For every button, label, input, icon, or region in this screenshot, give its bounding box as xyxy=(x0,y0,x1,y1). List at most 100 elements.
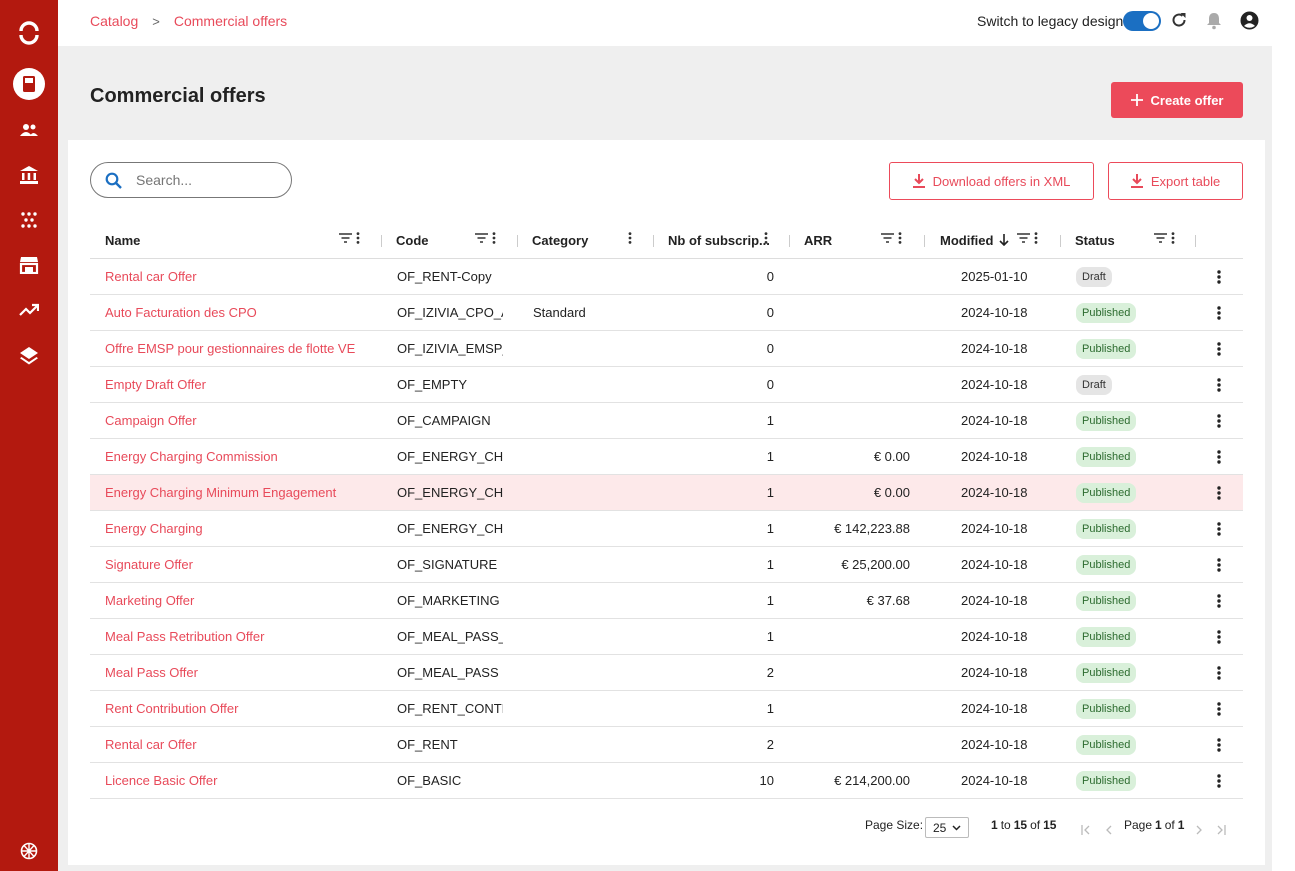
table-row[interactable]: Energy Charging Commission OF_ENERGY_CHAF… xyxy=(90,439,1243,475)
table-row[interactable]: Offre EMSP pour gestionnaires de flotte … xyxy=(90,331,1243,367)
integrations-icon[interactable] xyxy=(0,210,58,230)
search-box[interactable] xyxy=(90,162,292,198)
column-header-category[interactable]: Category xyxy=(532,222,588,258)
offer-name-link[interactable]: Rent Contribution Offer xyxy=(105,691,365,726)
store-icon[interactable] xyxy=(0,255,58,275)
download-xml-button[interactable]: Download offers in XML xyxy=(889,162,1094,200)
table-row[interactable]: Auto Facturation des CPO OF_IZIVIA_CPO_AU… xyxy=(90,295,1243,331)
previous-page-icon[interactable] xyxy=(1105,822,1113,840)
column-separator[interactable] xyxy=(381,235,382,247)
column-header-name[interactable]: Name xyxy=(105,222,140,258)
offer-name-link[interactable]: Empty Draft Offer xyxy=(105,367,365,402)
table-row[interactable]: Rental car Offer OF_RENT-Copy 0 2025-01-10 D… xyxy=(90,259,1243,295)
table-row[interactable]: Licence Basic Offer OF_BASIC 10 € 214,200.0… xyxy=(90,763,1243,799)
analytics-icon[interactable] xyxy=(0,300,58,320)
row-actions-kebab-icon[interactable] xyxy=(1212,547,1226,582)
filter-icon[interactable] xyxy=(339,233,352,243)
offer-name-link[interactable]: Auto Facturation des CPO xyxy=(105,295,365,330)
row-actions-kebab-icon[interactable] xyxy=(1212,403,1226,438)
table-row[interactable]: Meal Pass Offer OF_MEAL_PASS 2 2024-10-18 Pu… xyxy=(90,655,1243,691)
column-separator[interactable] xyxy=(789,235,790,247)
table-row[interactable]: Rent Contribution Offer OF_RENT_CONTRII 1 2… xyxy=(90,691,1243,727)
column-separator[interactable] xyxy=(517,235,518,247)
column-separator[interactable] xyxy=(1195,235,1196,247)
row-actions-kebab-icon[interactable] xyxy=(1212,367,1226,402)
refresh-icon[interactable] xyxy=(1170,11,1188,34)
subscription-count: 2 xyxy=(766,737,774,752)
offer-name-link[interactable]: Signature Offer xyxy=(105,547,365,582)
column-header-subscriptions[interactable]: Nb of subscrip... xyxy=(668,222,770,258)
offer-name-link[interactable]: Energy Charging Minimum Engagement xyxy=(105,475,365,510)
logo-icon[interactable] xyxy=(0,20,58,46)
table-row[interactable]: Energy Charging OF_ENERGY_CHAF 1 € 142,223.… xyxy=(90,511,1243,547)
row-range: 1 to 15 of 15 xyxy=(991,818,1056,832)
offer-name-link[interactable]: Campaign Offer xyxy=(105,403,365,438)
row-actions-kebab-icon[interactable] xyxy=(1212,727,1226,762)
customers-icon[interactable] xyxy=(0,121,58,139)
bank-icon[interactable] xyxy=(0,165,58,185)
column-header-status[interactable]: Status xyxy=(1075,222,1115,258)
last-page-icon[interactable] xyxy=(1216,822,1226,840)
table-row[interactable]: Rental car Offer OF_RENT 2 2024-10-18 Publis… xyxy=(90,727,1243,763)
kebab-icon[interactable] xyxy=(628,232,632,244)
filter-icon[interactable] xyxy=(475,233,488,243)
table-row[interactable]: Signature Offer OF_SIGNATURE 1 € 25,200.00 2… xyxy=(90,547,1243,583)
offer-name-link[interactable]: Meal Pass Retribution Offer xyxy=(105,619,365,654)
offer-name-link[interactable]: Marketing Offer xyxy=(105,583,365,618)
kebab-icon[interactable] xyxy=(1171,232,1175,244)
row-actions-kebab-icon[interactable] xyxy=(1212,475,1226,510)
account-icon[interactable] xyxy=(1240,11,1259,35)
first-page-icon[interactable] xyxy=(1081,822,1091,840)
row-actions-kebab-icon[interactable] xyxy=(1212,619,1226,654)
breadcrumb-catalog-link[interactable]: Catalog xyxy=(90,13,138,29)
row-actions-kebab-icon[interactable] xyxy=(1212,511,1226,546)
row-actions-kebab-icon[interactable] xyxy=(1212,295,1226,330)
column-separator[interactable] xyxy=(1060,235,1061,247)
row-actions-kebab-icon[interactable] xyxy=(1212,763,1226,798)
sort-desc-icon[interactable] xyxy=(999,234,1010,246)
row-actions-kebab-icon[interactable] xyxy=(1212,439,1226,474)
catalog-icon[interactable] xyxy=(0,68,58,100)
create-offer-button[interactable]: Create offer xyxy=(1111,82,1243,118)
offer-name-link[interactable]: Rental car Offer xyxy=(105,259,365,294)
row-actions-kebab-icon[interactable] xyxy=(1212,583,1226,618)
language-icon[interactable] xyxy=(0,842,58,860)
export-table-button[interactable]: Export table xyxy=(1108,162,1243,200)
search-input[interactable] xyxy=(136,172,276,188)
column-header-arr[interactable]: ARR xyxy=(804,222,832,258)
layers-icon[interactable] xyxy=(0,345,58,367)
table-row[interactable]: Meal Pass Retribution Offer OF_MEAL_PASS_… xyxy=(90,619,1243,655)
table-row[interactable]: Campaign Offer OF_CAMPAIGN 1 2024-10-18 Publ… xyxy=(90,403,1243,439)
kebab-icon[interactable] xyxy=(356,232,360,244)
kebab-icon[interactable] xyxy=(764,232,768,244)
row-actions-kebab-icon[interactable] xyxy=(1212,691,1226,726)
legacy-design-toggle[interactable] xyxy=(1123,11,1161,31)
column-separator[interactable] xyxy=(924,235,925,247)
offer-name-link[interactable]: Offre EMSP pour gestionnaires de flotte … xyxy=(105,331,365,366)
table-row[interactable]: Energy Charging Minimum Engagement OF_ENE… xyxy=(90,475,1243,511)
offer-name-link[interactable]: Meal Pass Offer xyxy=(105,655,365,690)
offer-name-link[interactable]: Rental car Offer xyxy=(105,727,365,762)
kebab-icon[interactable] xyxy=(492,232,496,244)
next-page-icon[interactable] xyxy=(1195,822,1203,840)
row-actions-kebab-icon[interactable] xyxy=(1212,259,1226,294)
table-row[interactable]: Empty Draft Offer OF_EMPTY 0 2024-10-18 Draf… xyxy=(90,367,1243,403)
row-actions-kebab-icon[interactable] xyxy=(1212,655,1226,690)
table-row[interactable]: Marketing Offer OF_MARKETING 1 € 37.68 2024-… xyxy=(90,583,1243,619)
offer-category xyxy=(533,367,653,402)
offer-name-link[interactable]: Licence Basic Offer xyxy=(105,763,365,798)
bell-icon[interactable] xyxy=(1205,11,1223,35)
column-separator[interactable] xyxy=(653,235,654,247)
column-header-code[interactable]: Code xyxy=(396,222,429,258)
column-header-modified[interactable]: Modified xyxy=(940,222,1010,258)
page-size-select[interactable]: 25 xyxy=(925,817,969,838)
filter-icon[interactable] xyxy=(1154,233,1167,243)
offer-code: OF_RENT_CONTRII xyxy=(397,701,503,716)
kebab-icon[interactable] xyxy=(898,232,902,244)
row-actions-kebab-icon[interactable] xyxy=(1212,331,1226,366)
offer-name-link[interactable]: Energy Charging Commission xyxy=(105,439,365,474)
offer-name-link[interactable]: Energy Charging xyxy=(105,511,365,546)
filter-icon[interactable] xyxy=(881,233,894,243)
kebab-icon[interactable] xyxy=(1034,232,1038,244)
filter-icon[interactable] xyxy=(1017,233,1030,243)
